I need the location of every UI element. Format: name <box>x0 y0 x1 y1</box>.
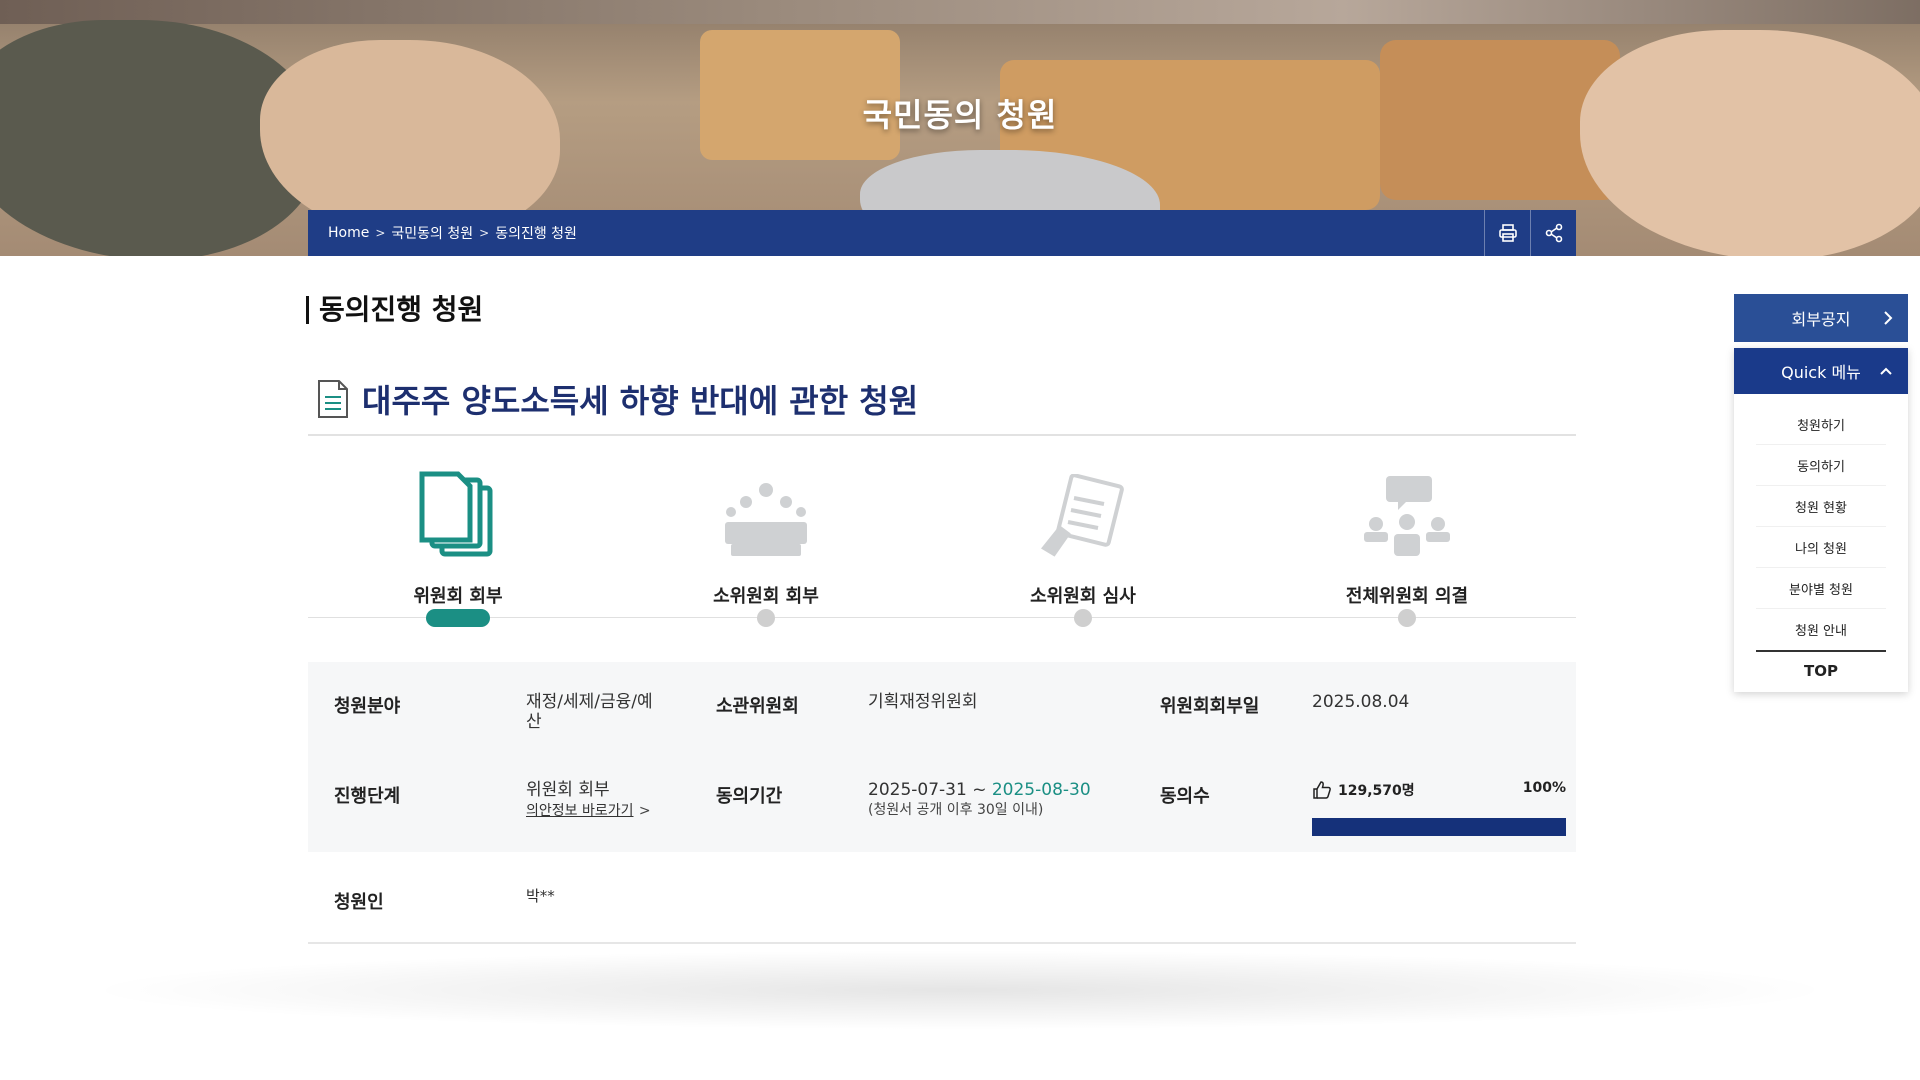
bill-info-link[interactable]: 의안정보 바로가기 > <box>526 800 651 821</box>
step-indicator <box>757 609 775 627</box>
printer-icon <box>1498 224 1517 242</box>
quick-menu-label: Quick 메뉴 <box>1781 363 1861 382</box>
top-button[interactable]: TOP <box>1756 650 1886 690</box>
field-value-line: 재정/세제/금융/예 <box>526 692 653 712</box>
step-full-committee-vote: 전체위원회 의결 <box>1297 460 1517 608</box>
document-icon <box>318 380 348 418</box>
stage-value: 위원회 회부 <box>526 780 610 800</box>
step-label: 위원회 회부 <box>413 586 503 607</box>
step-label: 전체위원회 의결 <box>1345 586 1469 607</box>
committee-value: 기획재정위원회 <box>868 692 978 712</box>
petitioner-row: 청원인 박** <box>308 852 1576 944</box>
agree-label: 동의수 <box>1160 786 1210 807</box>
field-label: 청원분야 <box>334 696 401 717</box>
quick-item-by-category[interactable]: 분야별 청원 <box>1756 568 1886 609</box>
referral-notice-label: 회부공지 <box>1791 310 1851 329</box>
referral-notice-button[interactable]: 회부공지 <box>1734 294 1908 342</box>
assembly-icon <box>1364 476 1450 556</box>
period-note: (청원서 공개 이후 30일 이내) <box>868 802 1044 818</box>
field-value-line: 산 <box>526 712 542 732</box>
step-indicator-active <box>426 609 490 627</box>
period-label: 동의기간 <box>716 786 783 807</box>
stage-label: 진행단계 <box>334 786 401 807</box>
share-button[interactable] <box>1530 210 1576 256</box>
chevron-up-icon <box>1880 367 1892 375</box>
committee-label: 소관위원회 <box>716 696 799 717</box>
thumbs-up-icon <box>1313 781 1331 799</box>
quick-item-status[interactable]: 청원 현황 <box>1756 486 1886 527</box>
breadcrumb-bar: Home > 국민동의 청원 > 동의진행 청원 <box>308 210 1576 256</box>
step-indicator <box>1074 609 1092 627</box>
review-icon <box>1041 474 1124 557</box>
quick-menu-toggle[interactable]: Quick 메뉴 <box>1734 348 1908 394</box>
petition-title-row: 대주주 양도소득세 하향 반대에 관한 청원 <box>316 376 918 422</box>
breadcrumb-level2[interactable]: 동의진행 청원 <box>495 223 577 243</box>
quick-item-my-petitions[interactable]: 나의 청원 <box>1756 527 1886 568</box>
hero-title: 국민동의 청원 <box>862 96 1058 134</box>
hero-banner: 국민동의 청원 Home > 국민동의 청원 > 동의진행 청원 <box>0 0 1920 256</box>
quick-item-guide[interactable]: 청원 안내 <box>1756 609 1886 650</box>
hero-bg-shape <box>1580 30 1920 256</box>
step-subcommittee-review: 소위원회 심사 <box>973 460 1193 608</box>
step-committee-referral: 위원회 회부 <box>348 460 568 608</box>
breadcrumb-tools <box>1484 210 1576 256</box>
share-icon <box>1545 223 1562 243</box>
progress-steps: 위원회 회부 소위원회 회부 소위원회 심사 전체위원회 의결 <box>308 460 1576 630</box>
quick-menu: Quick 메뉴 청원하기 동의하기 청원 현황 나의 청원 분야별 청원 청원… <box>1734 348 1908 692</box>
referral-date-value: 2025.08.04 <box>1312 692 1410 712</box>
stage-value-block: 위원회 회부 의안정보 바로가기 > <box>526 780 651 821</box>
breadcrumb-separator: > <box>375 226 386 240</box>
agree-count-row: 129,570명 <box>1312 780 1415 800</box>
referral-date-label: 위원회회부일 <box>1160 696 1260 717</box>
period-separator: ~ <box>966 780 992 800</box>
section-title: 동의진행 청원 <box>306 296 483 324</box>
breadcrumb-home[interactable]: Home <box>328 225 369 241</box>
steps-track <box>308 617 1576 618</box>
hero-top-strip <box>0 0 1920 24</box>
petition-info-panel: 청원분야 재정/세제/금융/예 산 소관위원회 기획재정위원회 위원회회부일 2… <box>308 662 1576 852</box>
period-value-block: 2025-07-31 ~ 2025-08-30 (청원서 공개 이후 30일 이… <box>868 780 1091 820</box>
step-label: 소위원회 심사 <box>1030 586 1136 607</box>
page-bottom-shadow <box>80 950 1840 1030</box>
breadcrumb-separator: > <box>479 226 490 240</box>
quick-menu-list: 청원하기 동의하기 청원 현황 나의 청원 분야별 청원 청원 안내 <box>1734 394 1908 650</box>
agree-progress-bar <box>1312 818 1566 836</box>
bill-info-link-text[interactable]: 의안정보 바로가기 <box>526 803 634 819</box>
agree-count: 129,570명 <box>1338 783 1415 799</box>
petitioner-value: 박** <box>526 887 555 905</box>
breadcrumb: Home > 국민동의 청원 > 동의진행 청원 <box>308 223 577 243</box>
field-value: 재정/세제/금융/예 산 <box>526 692 676 732</box>
title-divider <box>308 434 1576 436</box>
agree-percent: 100% <box>1522 780 1566 796</box>
petitioner-label: 청원인 <box>334 892 384 913</box>
step-subcommittee-referral: 소위원회 회부 <box>656 460 876 608</box>
chevron-right-icon <box>1884 311 1893 325</box>
period-end: 2025-08-30 <box>991 780 1091 800</box>
step-label: 소위원회 회부 <box>713 586 819 607</box>
chevron-right-icon: > <box>638 803 651 819</box>
petition-title: 대주주 양도소득세 하향 반대에 관한 청원 <box>362 382 919 420</box>
breadcrumb-level1[interactable]: 국민동의 청원 <box>391 223 473 243</box>
print-button[interactable] <box>1484 210 1530 256</box>
agree-progress-fill <box>1312 818 1566 836</box>
period-start: 2025-07-31 <box>868 780 967 800</box>
documents-icon <box>419 471 493 557</box>
quick-item-agree[interactable]: 동의하기 <box>1756 445 1886 486</box>
quick-item-petition[interactable]: 청원하기 <box>1756 404 1886 445</box>
meeting-icon <box>725 483 807 556</box>
step-indicator <box>1398 609 1416 627</box>
